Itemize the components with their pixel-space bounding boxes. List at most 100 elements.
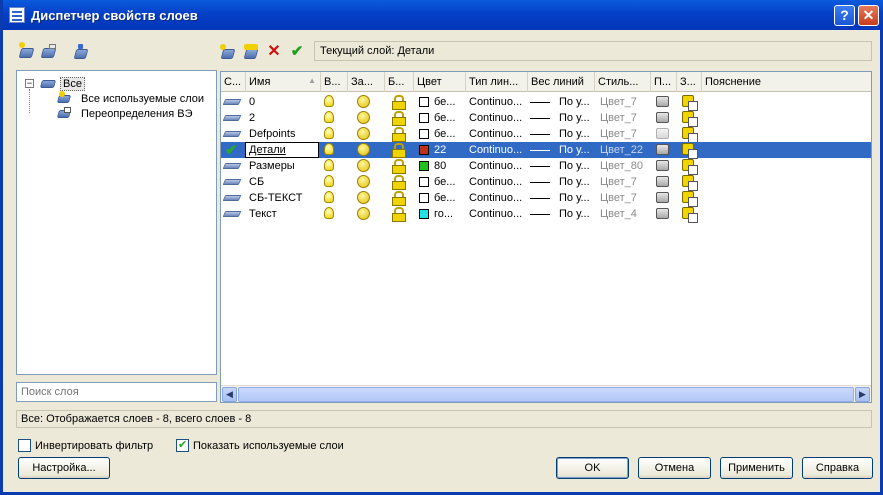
color-swatch[interactable] [419,177,429,187]
col-description[interactable]: Пояснение [702,72,871,92]
layer-linetype[interactable]: Continuo... [466,206,525,222]
layer-plotstyle[interactable]: Цвет_7 [597,190,640,206]
new-vp-freeze-icon[interactable] [682,175,698,191]
color-swatch[interactable] [419,209,429,219]
unlock-icon[interactable] [392,207,406,222]
layer-row[interactable]: 0 бе... Continuo... По у... Цвет_7 [221,94,871,111]
layer-row[interactable]: 2 бе... Continuo... По у... Цвет_7 [221,110,871,127]
col-lock[interactable]: Б... [385,72,414,92]
col-vp-freeze[interactable]: З... [677,72,702,92]
layer-color-name[interactable]: бе... [431,126,458,142]
layer-lineweight[interactable]: По у... [556,94,593,110]
layer-name[interactable]: Текст [246,206,280,222]
layer-plotstyle[interactable]: Цвет_80 [597,158,646,174]
new-vp-freeze-icon[interactable] [682,127,698,143]
printer-icon[interactable] [656,144,669,155]
bulb-on-icon[interactable] [324,95,334,107]
delete-layer-icon[interactable]: ✕ [266,44,282,60]
unlock-icon[interactable] [392,95,406,110]
layer-grid[interactable]: С... Имя ▲ В... За... Б... Цвет Тип лин..… [220,71,872,403]
scroll-thumb[interactable] [238,387,854,402]
layer-linetype[interactable]: Continuo... [466,190,525,206]
printer-icon[interactable] [656,192,669,203]
layer-linetype[interactable]: Continuo... [466,110,525,126]
ok-button[interactable]: OK [556,457,629,479]
bulb-on-icon[interactable] [324,207,334,219]
show-used-layers-checkbox[interactable] [176,438,189,452]
unlock-icon[interactable] [392,111,406,126]
new-group-filter-icon[interactable] [40,44,57,60]
layer-linetype[interactable]: Continuo... [466,174,525,190]
unlock-icon[interactable] [392,143,406,158]
printer-icon[interactable] [656,128,669,139]
col-plotstyle[interactable]: Стиль... [595,72,651,92]
new-layer-icon[interactable] [220,44,236,60]
layer-linetype[interactable]: Continuo... [466,158,525,174]
layer-states-manager-icon[interactable] [73,44,89,60]
new-property-filter-icon[interactable] [18,42,35,60]
unlock-icon[interactable] [392,127,406,142]
new-layer-vp-frozen-icon[interactable] [243,44,259,60]
printer-icon[interactable] [656,208,669,219]
col-linetype[interactable]: Тип лин... [466,72,528,92]
new-vp-freeze-icon[interactable] [682,159,698,175]
layer-row[interactable]: Defpoints бе... Continuo... По у... Цвет_7 [221,126,871,143]
layer-lineweight[interactable]: По у... [556,206,593,222]
bulb-on-icon[interactable] [324,159,334,171]
filter-tree[interactable]: − Все Все используемые слои Переопределе… [16,70,217,375]
col-lineweight[interactable]: Вес линий [528,72,595,92]
bulb-on-icon[interactable] [324,111,334,123]
horizontal-scrollbar[interactable]: ◀ ▶ [221,385,871,402]
layer-name[interactable]: СБ-ТЕКСТ [246,190,305,206]
sun-thaw-icon[interactable] [357,191,370,204]
color-swatch[interactable] [419,113,429,123]
layer-name[interactable]: 2 [246,110,258,126]
layer-name-edit[interactable]: Детали [245,142,319,158]
col-name[interactable]: Имя ▲ [246,72,321,92]
layer-color-name[interactable]: бе... [431,110,458,126]
layer-name[interactable]: 0 [246,94,258,110]
layer-lineweight[interactable]: По у... [556,190,593,206]
layer-plotstyle[interactable]: Цвет_7 [597,94,640,110]
new-vp-freeze-icon[interactable] [682,191,698,207]
close-button[interactable]: ✕ [858,5,879,26]
invert-filter-checkbox[interactable] [18,439,31,452]
layer-linetype[interactable]: Continuo... [466,126,525,142]
layer-name[interactable]: Размеры [246,158,298,174]
sun-thaw-icon[interactable] [357,95,370,108]
layer-lineweight[interactable]: По у... [556,110,593,126]
bulb-on-icon[interactable] [324,127,334,139]
col-plot[interactable]: П... [651,72,677,92]
sun-thaw-icon[interactable] [357,111,370,124]
search-layer-input[interactable] [16,382,217,402]
printer-icon[interactable] [656,176,669,187]
layer-color-name[interactable]: го... [431,206,456,222]
title-bar[interactable]: Диспетчер свойств слоев ? ✕ [3,0,883,30]
layer-row[interactable]: Текст го... Continuo... По у... Цвет_4 [221,206,871,223]
layer-plotstyle[interactable]: Цвет_4 [597,206,640,222]
layer-linetype[interactable]: Continuo... [466,94,525,110]
unlock-icon[interactable] [392,159,406,174]
cancel-button[interactable]: Отмена [638,457,711,479]
color-swatch[interactable] [419,145,429,155]
settings-button[interactable]: Настройка... [18,457,110,479]
layer-linetype[interactable]: Continuo... [466,142,525,158]
layer-row[interactable]: Размеры 80 Continuo... По у... Цвет_80 [221,158,871,175]
bulb-on-icon[interactable] [324,143,334,155]
sun-thaw-icon[interactable] [357,207,370,220]
sun-thaw-icon[interactable] [357,175,370,188]
scroll-left-button[interactable]: ◀ [222,387,237,402]
sun-thaw-icon[interactable] [357,159,370,172]
layer-plotstyle[interactable]: Цвет_7 [597,126,640,142]
layer-row[interactable]: СБ бе... Continuo... По у... Цвет_7 [221,174,871,191]
color-swatch[interactable] [419,129,429,139]
layer-row[interactable]: ✔ Детали 22 Continuo... По у... Цвет_22 [221,142,871,159]
layer-name[interactable]: СБ [246,174,267,190]
layer-color-name[interactable]: бе... [431,174,458,190]
layer-name[interactable]: Defpoints [246,126,298,142]
scroll-right-button[interactable]: ▶ [855,387,870,402]
bulb-on-icon[interactable] [324,191,334,203]
unlock-icon[interactable] [392,191,406,206]
printer-icon[interactable] [656,96,669,107]
new-vp-freeze-icon[interactable] [682,143,698,159]
